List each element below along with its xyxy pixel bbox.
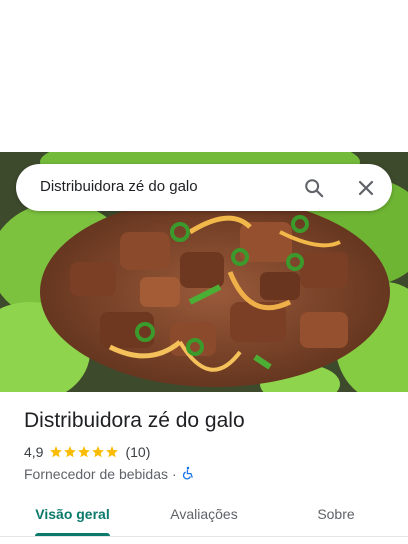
separator-dot: ·: [172, 466, 177, 482]
star-rating: [49, 445, 119, 459]
tabs-divider: [0, 536, 408, 537]
category-row: Fornecedor de bebidas ·: [24, 465, 195, 483]
star-icon: [106, 446, 119, 458]
tab-overview[interactable]: Visão geral: [24, 494, 121, 534]
tab-bar: Visão geral Avaliações Sobre: [0, 494, 408, 536]
place-category[interactable]: Fornecedor de bebidas: [24, 466, 168, 482]
map-blank-area: [0, 0, 408, 152]
place-title: Distribuidora zé do galo: [24, 409, 245, 432]
search-input[interactable]: Distribuidora zé do galo: [40, 178, 198, 195]
rating-row[interactable]: 4,9 (10): [24, 443, 150, 461]
review-count[interactable]: (10): [125, 444, 150, 460]
search-icon[interactable]: [300, 174, 328, 202]
close-icon[interactable]: [352, 174, 380, 202]
tab-reviews[interactable]: Avaliações: [148, 494, 260, 534]
star-icon: [50, 446, 63, 458]
search-bar[interactable]: Distribuidora zé do galo: [16, 164, 392, 211]
star-icon: [92, 446, 105, 458]
star-icon: [78, 446, 91, 458]
tab-about[interactable]: Sobre: [290, 494, 382, 534]
star-icon: [64, 446, 77, 458]
wheelchair-icon: [181, 466, 195, 483]
rating-value: 4,9: [24, 444, 44, 460]
